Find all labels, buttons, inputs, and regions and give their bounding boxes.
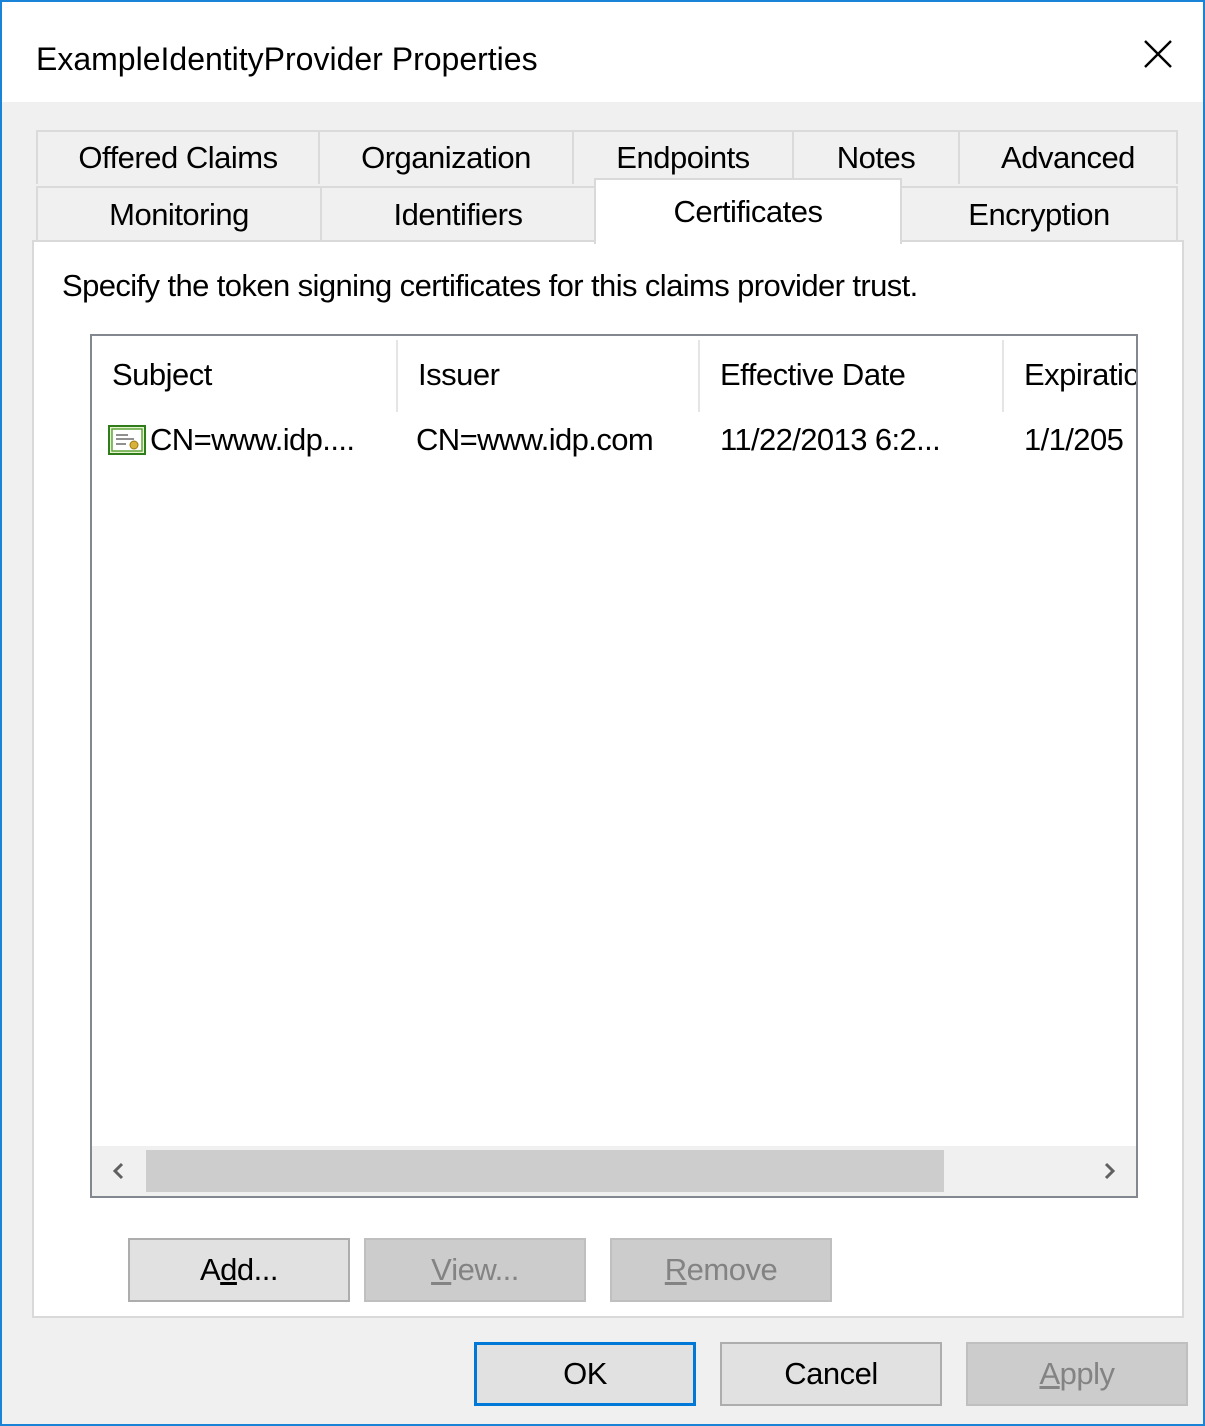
tab-organization[interactable]: Organization: [318, 130, 574, 184]
column-header-expiration[interactable]: Expiratio: [1004, 336, 1136, 414]
column-header-subject[interactable]: Subject: [92, 336, 398, 414]
tab-notes[interactable]: Notes: [792, 130, 960, 184]
apply-button[interactable]: Apply: [966, 1342, 1188, 1406]
scroll-right-button[interactable]: [1082, 1146, 1136, 1196]
ok-button[interactable]: OK: [474, 1342, 696, 1406]
apply-label-post: pply: [1059, 1356, 1115, 1391]
scrollbar-thumb[interactable]: [146, 1150, 944, 1192]
tab-encryption[interactable]: Encryption: [900, 186, 1178, 242]
certificates-list[interactable]: Subject Issuer Effective Date Expiratio: [90, 334, 1138, 1198]
chevron-right-icon: [1104, 1162, 1116, 1180]
scroll-left-button[interactable]: [92, 1146, 146, 1196]
cell-expiration: 1/1/205: [1024, 422, 1124, 457]
add-label-post: d...: [236, 1252, 279, 1287]
tab-identifiers[interactable]: Identifiers: [320, 186, 596, 242]
certificates-tab-panel: Specify the token signing certificates f…: [32, 240, 1184, 1318]
add-label-pre: A: [199, 1252, 221, 1287]
remove-label-post: emove: [686, 1252, 778, 1287]
view-button[interactable]: View...: [364, 1238, 586, 1302]
add-label-mnemonic: d: [220, 1252, 237, 1287]
tab-monitoring[interactable]: Monitoring: [36, 186, 322, 242]
add-button[interactable]: Ad d...: [128, 1238, 350, 1302]
certificate-icon: [108, 425, 146, 455]
cell-subject: CN=www.idp....: [108, 414, 398, 466]
tab-endpoints[interactable]: Endpoints: [572, 130, 794, 184]
tab-advanced[interactable]: Advanced: [958, 130, 1178, 184]
subject-text: CN=www.idp....: [150, 422, 355, 457]
view-label-mnemonic: V: [431, 1252, 452, 1287]
tab-certificates[interactable]: Certificates: [594, 178, 902, 244]
close-icon: [1144, 40, 1172, 68]
cell-issuer: CN=www.idp.com: [416, 422, 654, 457]
column-header-issuer[interactable]: Issuer: [398, 336, 700, 414]
remove-label-mnemonic: R: [664, 1252, 687, 1287]
window-title: ExampleIdentityProvider Properties: [36, 41, 538, 77]
horizontal-scrollbar[interactable]: [92, 1146, 1136, 1196]
cell-effective-date: 11/22/2013 6:2...: [720, 422, 941, 457]
title-bar[interactable]: ExampleIdentityProvider Properties: [2, 2, 1203, 102]
cancel-button[interactable]: Cancel: [720, 1342, 942, 1406]
apply-label-mnemonic: A: [1039, 1356, 1060, 1391]
table-row[interactable]: CN=www.idp.... CN=www.idp.com 11/22/2013…: [92, 414, 1136, 466]
panel-description: Specify the token signing certificates f…: [62, 268, 918, 303]
remove-button[interactable]: Remove: [610, 1238, 832, 1302]
properties-dialog: ExampleIdentityProvider Properties Offer…: [0, 0, 1205, 1426]
tab-offered-claims[interactable]: Offered Claims: [36, 130, 320, 184]
close-button[interactable]: [1122, 24, 1194, 84]
chevron-left-icon: [112, 1162, 124, 1180]
column-header-effective-date[interactable]: Effective Date: [700, 336, 1002, 414]
view-label-post: iew...: [451, 1252, 519, 1287]
